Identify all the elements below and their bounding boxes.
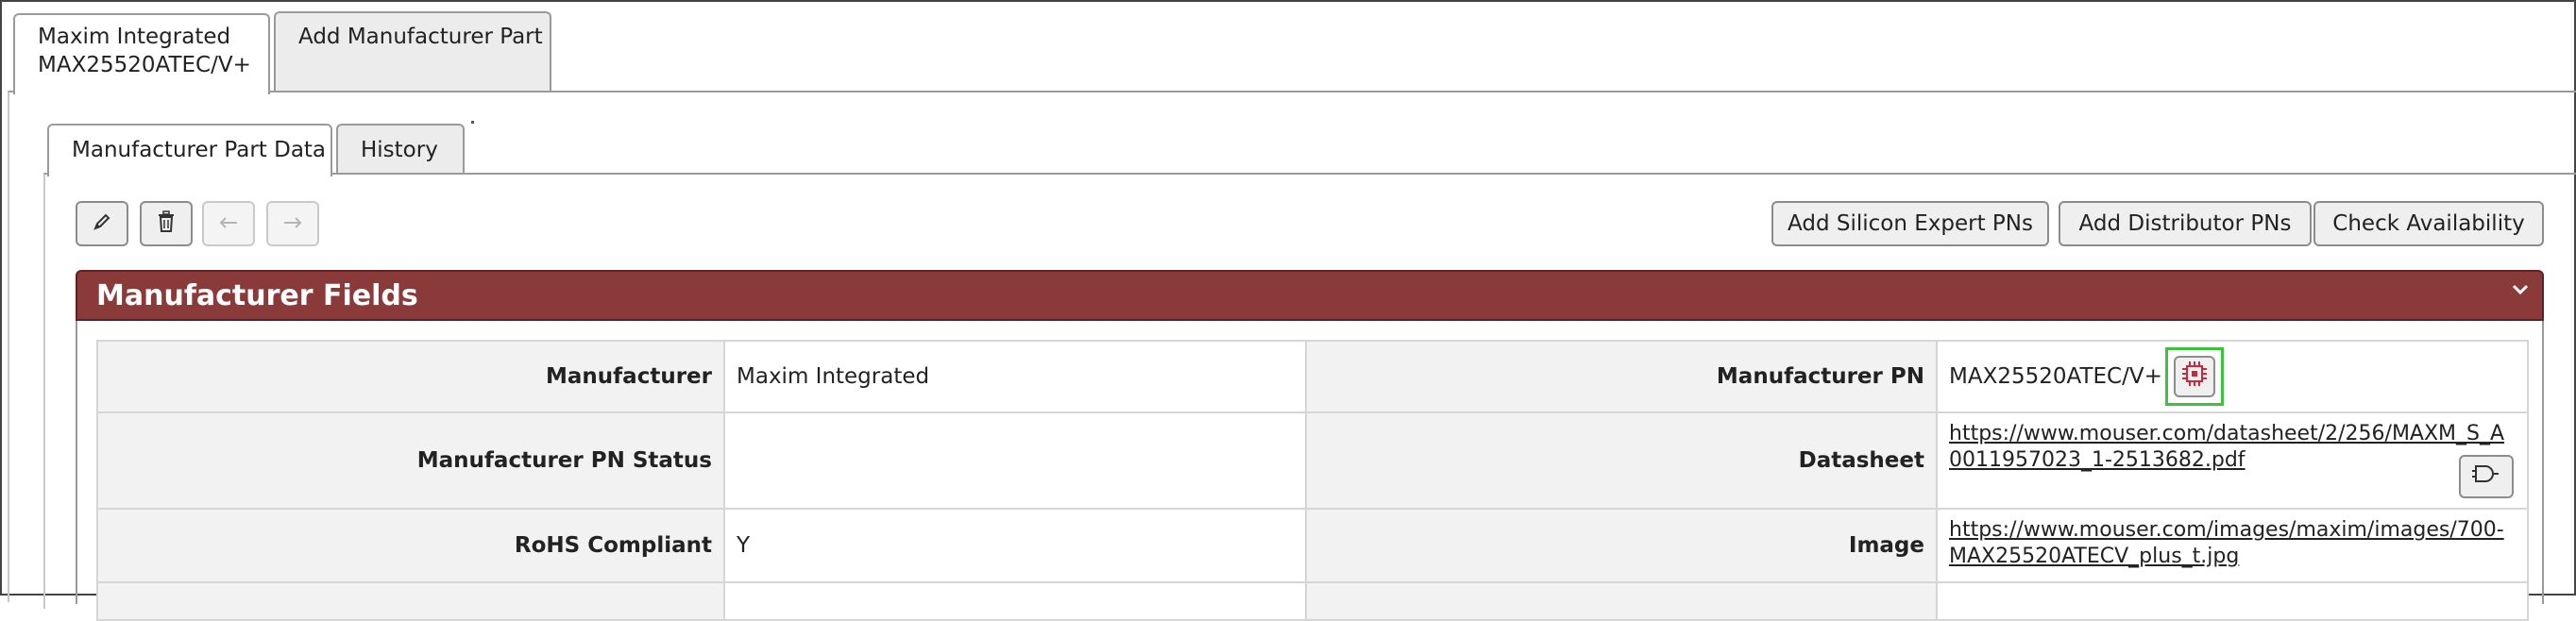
table-row: RoHS Compliant Y Image https://www.mouse…: [96, 508, 2529, 583]
manufacturer-pn-label: Manufacturer PN: [1305, 340, 1938, 413]
check-availability-button[interactable]: Check Availability: [2313, 201, 2544, 246]
tab-line-1: Maxim Integrated: [38, 25, 231, 49]
manufacturer-fields-table: Manufacturer Maxim Integrated Manufactur…: [96, 340, 2529, 621]
section-title: Manufacturer Fields: [96, 279, 418, 312]
part-chip-button[interactable]: [2174, 356, 2216, 397]
manufacturer-value: Maxim Integrated: [723, 340, 1307, 413]
manufacturer-pn-status-value: [723, 411, 1307, 510]
small-dot: [471, 121, 474, 124]
tab-label: Add Manufacturer Part: [298, 25, 543, 49]
image-cell: https://www.mouser.com/images/maxim/imag…: [1936, 508, 2529, 583]
delete-button[interactable]: [140, 201, 193, 246]
tab-manufacturer-part-data[interactable]: Manufacturer Part Data: [47, 124, 332, 176]
tab-maxim-part[interactable]: Maxim Integrated MAX25520ATEC/V+: [13, 13, 270, 94]
table-row: [96, 581, 2529, 621]
add-silicon-expert-pns-button[interactable]: Add Silicon Expert PNs: [1771, 201, 2049, 246]
add-distributor-pns-button[interactable]: Add Distributor PNs: [2059, 201, 2312, 246]
pencil-icon: [92, 211, 112, 236]
tab-line-2: MAX25520ATEC/V+: [38, 53, 251, 77]
tab-label: History: [361, 138, 438, 162]
rohs-compliant-label: RoHS Compliant: [96, 508, 725, 583]
previous-button[interactable]: [202, 201, 255, 246]
rohs-compliant-value: Y: [723, 508, 1307, 583]
tab-history[interactable]: History: [336, 124, 465, 175]
chip-icon: [2180, 360, 2209, 394]
table-row: Manufacturer PN Status Datasheet https:/…: [96, 411, 2529, 510]
datasheet-link[interactable]: https://www.mouser.com/datasheet/2/256/M…: [1949, 421, 2516, 474]
manufacturer-pn-value: MAX25520ATEC/V+: [1949, 364, 2162, 389]
highlight-box: [2165, 347, 2225, 406]
datasheet-label: Datasheet: [1305, 411, 1938, 510]
arrow-left-icon: [218, 215, 239, 233]
manufacturer-label: Manufacturer: [96, 340, 725, 413]
arrow-right-icon: [282, 215, 303, 233]
tab-label: Manufacturer Part Data: [72, 138, 327, 162]
datasheet-cell: https://www.mouser.com/datasheet/2/256/M…: [1936, 411, 2529, 510]
table-row: Manufacturer Maxim Integrated Manufactur…: [96, 340, 2529, 413]
manufacturer-fields-header[interactable]: Manufacturer Fields: [76, 270, 2544, 321]
next-button[interactable]: [266, 201, 319, 246]
trash-icon: [156, 210, 177, 237]
chevron-down-icon[interactable]: [2512, 281, 2529, 299]
datasheet-icon: [2472, 463, 2500, 490]
image-link[interactable]: https://www.mouser.com/images/maxim/imag…: [1949, 517, 2516, 570]
datasheet-open-button[interactable]: [2459, 455, 2514, 498]
edit-button[interactable]: [76, 201, 128, 246]
image-label: Image: [1305, 508, 1938, 583]
tab-add-manufacturer-part[interactable]: Add Manufacturer Part: [274, 11, 551, 92]
manufacturer-pn-cell: MAX25520ATEC/V+: [1936, 340, 2529, 413]
manufacturer-pn-status-label: Manufacturer PN Status: [96, 411, 725, 510]
